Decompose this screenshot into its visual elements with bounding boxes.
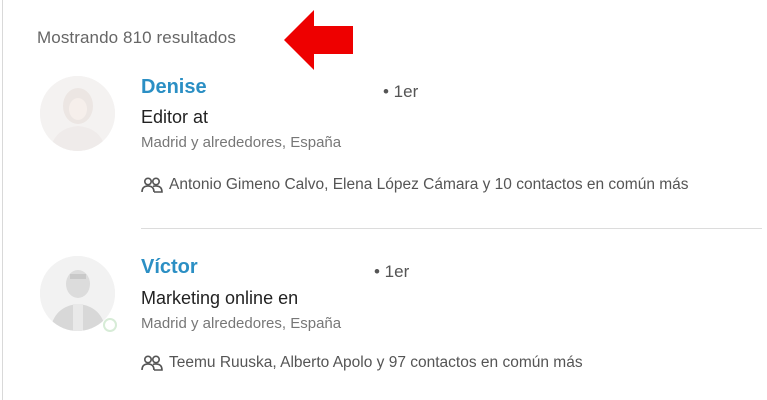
shared-connections[interactable]: Teemu Ruuska, Alberto Apolo y 97 contact… [141, 354, 583, 372]
shared-connections-text[interactable]: Antonio Gimeno Calvo, Elena López Cámara… [169, 176, 689, 194]
result-location: Madrid y alrededores, España [141, 134, 342, 151]
result-item[interactable]: Denise • 1er Editor at Madrid y alrededo… [0, 0, 767, 228]
result-name-link[interactable]: Víctor [141, 256, 198, 279]
result-name-link[interactable]: Denise [141, 76, 207, 99]
result-headline: Marketing online en [141, 288, 299, 308]
profile-photo-icon [40, 76, 115, 151]
result-headline: Editor at [141, 107, 209, 127]
shared-connections-text[interactable]: Teemu Ruuska, Alberto Apolo y 97 contact… [169, 354, 583, 372]
online-status-indicator [103, 318, 117, 332]
shared-connections[interactable]: Antonio Gimeno Calvo, Elena López Cámara… [141, 176, 689, 194]
avatar[interactable] [40, 76, 115, 151]
connection-degree: • 1er [383, 82, 419, 101]
people-icon [141, 355, 163, 371]
people-icon [141, 177, 163, 193]
result-item[interactable]: Víctor • 1er Marketing online en Madrid … [0, 229, 767, 400]
connection-degree: • 1er [374, 262, 410, 281]
result-location: Madrid y alrededores, España [141, 315, 342, 332]
search-results-panel: Mostrando 810 resultados Denise • 1er Ed… [0, 0, 767, 400]
